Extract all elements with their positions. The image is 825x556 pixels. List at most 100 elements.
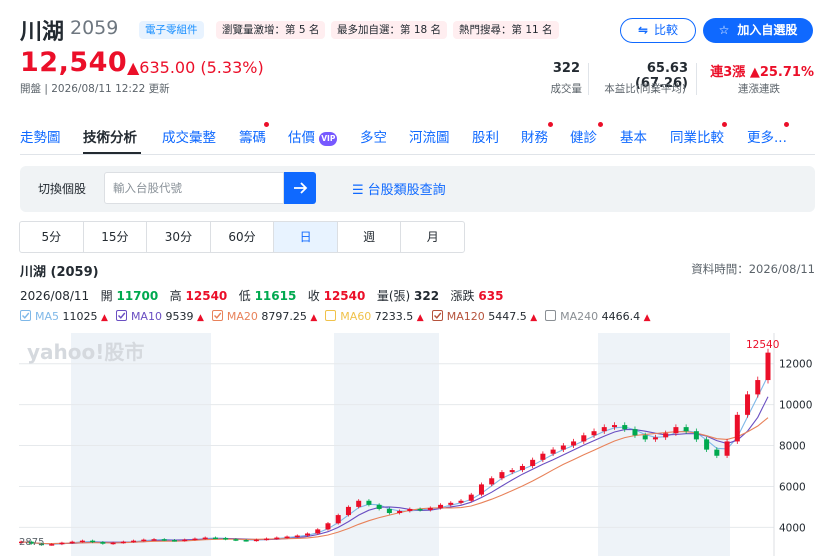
tab-river[interactable]: 河流圖 <box>409 126 450 146</box>
period-day[interactable]: 日 <box>274 222 338 252</box>
search-submit-button[interactable] <box>284 172 316 204</box>
add-watchlist-button[interactable]: ☆ 加入自選股 <box>703 18 813 43</box>
category-badge[interactable]: 電子零組件 <box>139 21 204 39</box>
period-band <box>71 333 211 556</box>
tab-peers[interactable]: 同業比較 <box>670 126 724 146</box>
period-60m[interactable]: 60分 <box>211 222 275 252</box>
candle-body <box>642 435 648 440</box>
candle-body <box>417 508 423 511</box>
tab-technical[interactable]: 技術分析 <box>83 126 137 146</box>
vol-value: 322 <box>414 289 440 303</box>
candle-body <box>693 431 699 440</box>
tab-financial[interactable]: 財務 <box>521 126 548 146</box>
ma-name: MA5 <box>35 310 60 323</box>
period-30m[interactable]: 30分 <box>147 222 211 252</box>
candle-body <box>704 439 710 450</box>
up-arrow-icon: ▲ <box>101 313 108 323</box>
candle-body <box>315 529 321 534</box>
rank-badge-views[interactable]: 瀏覽量激增：第 5 名 <box>216 21 326 39</box>
streak-value: 連3漲 ▲25.71% <box>702 61 814 80</box>
ma-legend-item[interactable]: MA5 11025 ▲ <box>20 310 108 323</box>
candle-body <box>601 427 607 432</box>
period-5m[interactable]: 5分 <box>20 222 84 252</box>
candle-body <box>745 394 751 415</box>
ma-name: MA120 <box>446 310 485 323</box>
tab-bullbear[interactable]: 多空 <box>360 126 387 146</box>
stock-search-input[interactable]: 輸入台股代號 <box>104 172 284 204</box>
tab-more[interactable]: 更多... <box>747 126 787 146</box>
tab-valuation-label: 估價 <box>288 130 315 146</box>
candle-body <box>49 544 55 546</box>
new-dot <box>722 122 727 127</box>
candle-body <box>407 508 413 511</box>
checkbox-icon[interactable] <box>20 310 31 321</box>
chg-value: 635 <box>478 289 504 303</box>
close-value: 12540 <box>323 289 366 303</box>
candle-body <box>294 535 300 538</box>
candle-body <box>131 540 137 543</box>
arrow-right-icon <box>294 182 308 194</box>
candle-body <box>356 500 362 507</box>
chart-title: 川湖 (2059) <box>20 265 99 280</box>
tab-basic[interactable]: 基本 <box>620 126 647 146</box>
tab-dividend[interactable]: 股利 <box>472 126 499 146</box>
ma-legend-item[interactable]: MA10 9539 ▲ <box>115 310 204 323</box>
open-label: 開 <box>100 289 113 303</box>
candle-body <box>509 470 515 473</box>
min-price-label: 2875 <box>19 537 44 548</box>
candle-body <box>540 453 546 460</box>
candle-body <box>550 449 556 454</box>
candle-body <box>79 540 85 543</box>
candle-body <box>69 541 75 544</box>
vip-badge: VIP <box>319 132 338 146</box>
tab-valuation[interactable]: 估價 VIP <box>288 126 338 146</box>
high-label: 高 <box>169 289 182 303</box>
candle-body <box>192 538 198 541</box>
candle-body <box>530 459 536 466</box>
candle-body <box>458 500 464 503</box>
candle-body <box>59 542 65 545</box>
ma-legend-item[interactable]: MA20 8797.25 ▲ <box>211 310 318 323</box>
candle-body <box>151 539 157 541</box>
tab-chips[interactable]: 籌碼 <box>239 126 266 146</box>
compare-label: 比較 <box>654 23 679 37</box>
stock-search-panel: 切換個股 輸入台股代號 ☰ 台股類股查詢 <box>20 166 815 212</box>
candle-body <box>284 536 290 539</box>
tab-health[interactable]: 健診 <box>570 126 597 146</box>
rank-badge-watchlist[interactable]: 最多加自選：第 18 名 <box>331 21 448 39</box>
checkbox-icon[interactable] <box>431 310 443 321</box>
up-arrow-icon: ▲ <box>530 313 538 323</box>
compare-icon: ⇋ <box>637 23 649 37</box>
candle-body <box>397 510 403 514</box>
candle-body <box>765 352 771 381</box>
candle-body <box>366 500 372 505</box>
candle-body <box>571 441 577 446</box>
candle-body <box>714 449 720 456</box>
tab-trend[interactable]: 走勢圖 <box>20 126 61 146</box>
period-week[interactable]: 週 <box>338 222 402 252</box>
ma-name: MA20 <box>226 310 258 323</box>
rank-badge-search[interactable]: 熱門搜尋：第 11 名 <box>453 21 559 39</box>
checkbox-icon[interactable] <box>325 310 337 321</box>
price-chart[interactable]: 4000 6000 8000 10000 12000 yahoo!股市 12540 2875 <box>19 333 815 556</box>
ma-legend-item[interactable]: MA120 5447.5 ▲ <box>431 310 538 323</box>
ma-legend-item[interactable]: MA240 4466.4 ▲ <box>545 310 651 323</box>
candle-body <box>438 504 444 508</box>
ma-legend-item[interactable]: MA60 7233.5 ▲ <box>325 310 424 323</box>
streak-pct: ▲25.71% <box>749 65 814 80</box>
category-query-link[interactable]: ☰ 台股類股查詢 <box>352 179 446 198</box>
period-selector: 5分 15分 30分 60分 日 週 月 <box>19 221 465 253</box>
period-15m[interactable]: 15分 <box>84 222 148 252</box>
candle-body <box>622 425 628 430</box>
checkbox-icon[interactable] <box>211 310 223 321</box>
period-band <box>334 333 439 556</box>
checkbox-icon[interactable] <box>545 310 557 321</box>
tab-trades[interactable]: 成交彙整 <box>162 126 216 146</box>
ohlc-row: 2026/08/11 開 11700 高 12540 低 11615 收 125… <box>20 287 503 304</box>
candle-body <box>632 429 638 436</box>
period-month[interactable]: 月 <box>401 222 464 252</box>
up-arrow-icon: ▲ <box>310 313 318 323</box>
candle-body <box>182 539 188 542</box>
checkbox-icon[interactable] <box>115 310 127 321</box>
compare-button[interactable]: ⇋ 比較 <box>620 18 696 43</box>
